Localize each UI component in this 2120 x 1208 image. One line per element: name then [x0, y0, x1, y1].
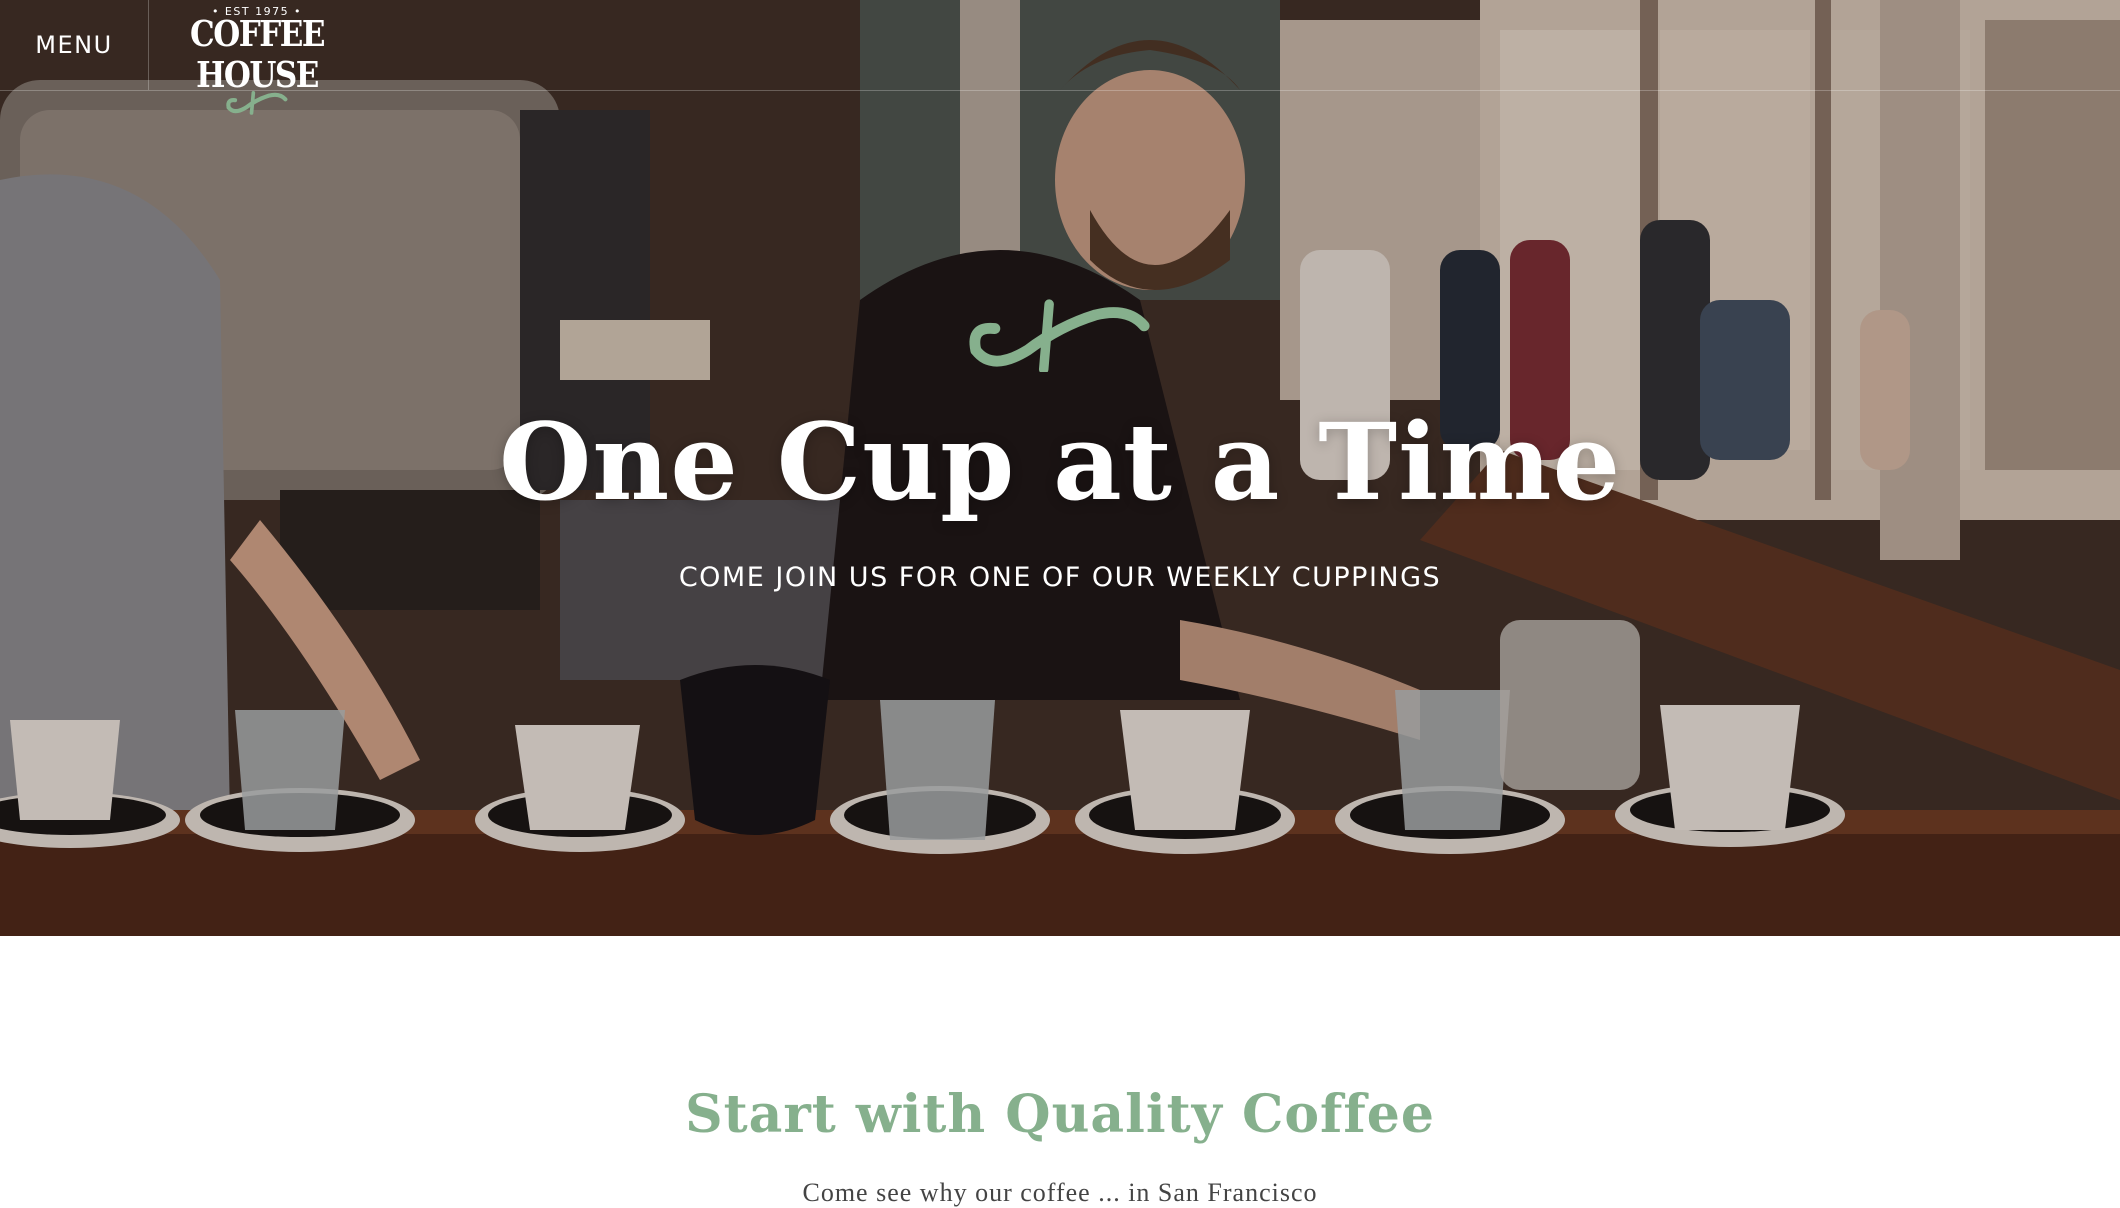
hero-content: One Cup at a Time COME JOIN US FOR ONE O…	[0, 296, 2120, 593]
coffee-leaf-mark-icon	[969, 299, 1150, 372]
hero-subtitle: COME JOIN US FOR ONE OF OUR WEEKLY CUPPI…	[678, 562, 1442, 593]
hero-title: One Cup at a Time	[498, 399, 1622, 524]
coffee-house-logo[interactable]: • EST 1975 • COFFEE HOUSE	[178, 2, 336, 115]
logo-name-text: COFFEE HOUSE	[190, 13, 325, 97]
section-title: Start with Quality Coffee	[685, 1084, 1435, 1145]
top-navigation-bar: MENU • EST 1975 • COFFEE HOUSE	[0, 0, 2120, 115]
menu-button[interactable]: MENU	[0, 0, 149, 90]
quality-coffee-section: Start with Quality Coffee Come see why o…	[0, 936, 2120, 1207]
hero-banner: MENU • EST 1975 • COFFEE HOUSE One Cup a…	[0, 0, 2120, 936]
section-intro-text: Come see why our coffee ... in San Franc…	[802, 1178, 1318, 1207]
